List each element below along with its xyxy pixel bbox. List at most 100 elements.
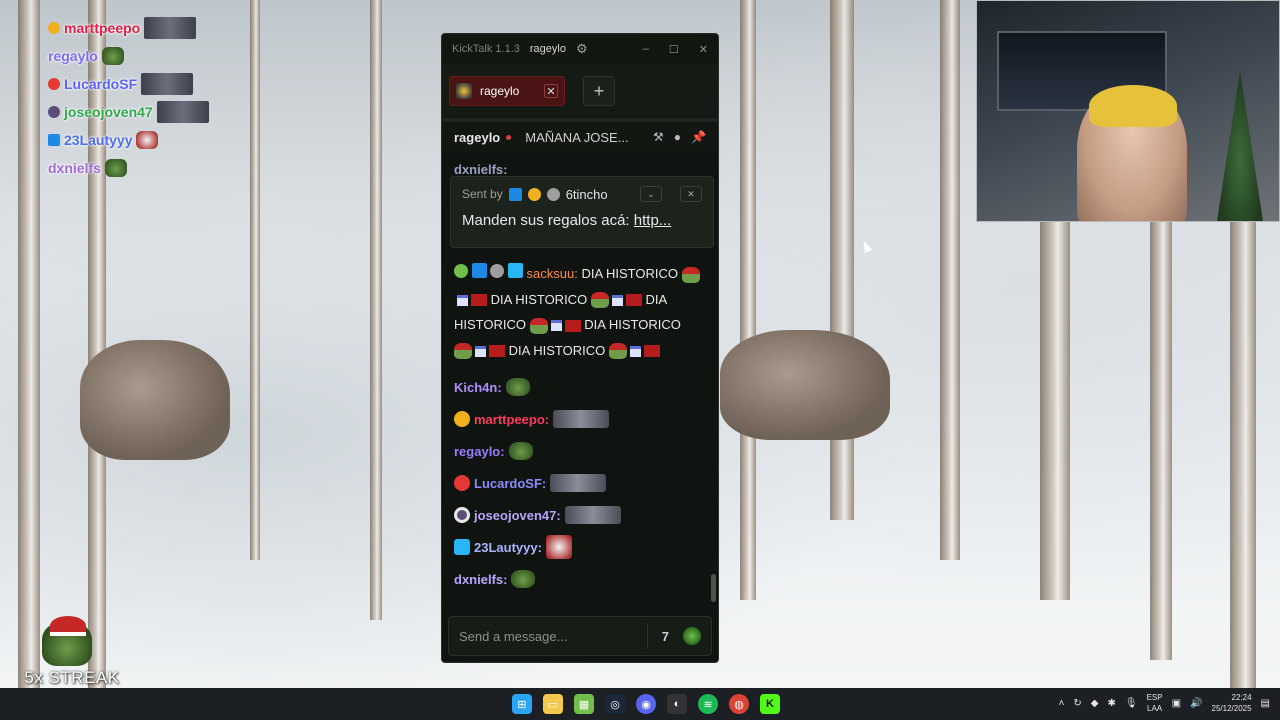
reindeer-left	[80, 340, 230, 460]
emote-icon	[141, 73, 194, 95]
emote-icon	[608, 343, 627, 360]
overlay-chat-row: 23Lautyyy	[48, 126, 228, 154]
message-text: DIA HISTORICO	[581, 266, 678, 281]
badge-icon	[48, 22, 60, 34]
chat-username: Kich4n:	[454, 379, 502, 395]
chrome-icon[interactable]: ◍	[729, 694, 749, 714]
overlay-username: marttpeepo	[64, 20, 141, 36]
gift-badge-icon	[490, 264, 505, 278]
chat-username: marttpeepo:	[474, 411, 550, 427]
mod-badge-icon	[508, 187, 522, 201]
mod-badge-icon	[471, 263, 487, 278]
bluetooth-icon[interactable]: ✱	[1107, 698, 1115, 709]
overlay-chat-row: joseojoven47	[48, 98, 228, 126]
add-tab-button[interactable]: +	[583, 76, 615, 106]
overlay-chat-row: regaylo	[48, 42, 228, 70]
discord-icon[interactable]: ◉	[636, 694, 656, 714]
streak-widget: 5x STREAK	[22, 616, 122, 688]
seven-tv-icon[interactable]: 7	[662, 629, 669, 644]
message-text: HISTORICO	[608, 317, 681, 332]
divider	[646, 623, 648, 649]
pin-icon[interactable]: 📌	[691, 130, 706, 144]
network-icon[interactable]: ▣	[1172, 698, 1181, 709]
message-text: DIA	[508, 342, 530, 358]
calendar-emote-icon	[475, 345, 486, 357]
emote-icon	[511, 570, 536, 588]
kicktalk-window: KickTalk 1.1.3 rageylo ⚙ – ☐ ✕ rageylo ✕…	[441, 33, 719, 663]
emote-icon	[564, 506, 621, 524]
gear-icon[interactable]: ⚙	[576, 41, 588, 57]
channel-avatar	[456, 83, 472, 99]
kick-icon[interactable]: K	[760, 694, 780, 714]
sync-icon[interactable]: ↻	[1073, 698, 1081, 709]
live-indicator	[506, 134, 512, 140]
webcam-christmas-tree	[1217, 71, 1263, 221]
taskbar: ⊞ ▭ ▦ ◎ ◉ ◐ ≋ ◍ K ˄ ↻ ◆ ✱ 🎙 ESP LAA ▣ 🔊 …	[0, 688, 1280, 720]
windows-start-icon[interactable]: ⊞	[512, 694, 532, 714]
emote-icon	[550, 474, 607, 492]
reindeer-right	[720, 330, 890, 440]
mouse-cursor-icon	[859, 238, 873, 254]
message-input[interactable]: Send a message...	[459, 629, 567, 644]
stream-overlay-chat: marttpeepo regaylo LucardoSF joseojoven4…	[48, 14, 228, 182]
clock-time: 22:24	[1231, 693, 1252, 702]
steam-icon[interactable]: ◎	[605, 694, 625, 714]
emote-icon	[681, 266, 700, 283]
chevron-down-icon[interactable]: ⌄	[640, 186, 662, 202]
chevron-up-icon[interactable]: ˄	[1059, 698, 1065, 709]
spotify-icon[interactable]: ≋	[698, 694, 718, 714]
close-tab-button[interactable]: ✕	[544, 84, 558, 98]
overlay-username: joseojoven47	[64, 104, 153, 120]
unpin-icon[interactable]: ✕	[680, 186, 702, 202]
user-icon[interactable]: ●	[674, 130, 681, 144]
notification-icon[interactable]: ▤	[1261, 698, 1270, 709]
shield-icon[interactable]: ◆	[1091, 698, 1099, 709]
chat-message: dxnielfs:	[454, 563, 700, 595]
mod-tools-icon[interactable]: ⚒	[653, 130, 664, 144]
calendar-emote-icon	[550, 320, 562, 332]
pinned-message: Sent by 6tincho ⌄ ✕ Manden sus regalos a…	[450, 176, 714, 248]
pinned-link[interactable]: http...	[634, 212, 672, 229]
tree-trunk	[740, 0, 756, 600]
maximize-button[interactable]: ☐	[669, 43, 679, 56]
minimize-button[interactable]: –	[643, 43, 649, 56]
tab-rageylo[interactable]: rageylo ✕	[449, 76, 565, 106]
emote-icon	[529, 317, 548, 334]
badge-icon	[454, 507, 470, 523]
emote-icon	[545, 535, 572, 559]
channel-name: rageylo	[454, 129, 501, 145]
chat-message: Kich4n:	[454, 371, 700, 403]
language-indicator[interactable]: ESP LAA	[1147, 692, 1163, 714]
chat-message: marttpeepo:	[454, 403, 700, 435]
message-text: DIA HISTORICO	[490, 291, 588, 307]
webcam-overlay	[976, 0, 1280, 222]
flag-emote-icon	[643, 345, 660, 358]
chat-message: sacksuu: DIA HISTORICO DIA HISTORICO DIA…	[454, 261, 700, 363]
emote-icon	[454, 343, 472, 360]
minecraft-icon[interactable]: ▦	[574, 694, 594, 714]
overlay-chat-row: dxnielfs	[48, 154, 228, 182]
peepo-santa-icon	[42, 616, 92, 666]
emote-icon	[136, 131, 159, 149]
flag-emote-icon	[625, 294, 642, 307]
tree-trunk	[18, 0, 40, 688]
close-button[interactable]: ✕	[699, 43, 708, 56]
volume-icon[interactable]: 🔊	[1190, 698, 1202, 709]
badge-icon	[48, 78, 60, 90]
overlay-chat-row: LucardoSF	[48, 70, 228, 98]
emote-icon	[553, 410, 610, 428]
clock[interactable]: 22:24 25/12/2025	[1212, 692, 1252, 714]
file-explorer-icon[interactable]: ▭	[543, 694, 563, 714]
badge-icon	[48, 106, 60, 118]
mic-icon[interactable]: 🎙	[1125, 698, 1138, 709]
flag-emote-icon	[489, 345, 505, 358]
emote-picker-icon[interactable]	[683, 627, 701, 645]
emote-icon	[144, 17, 197, 39]
obs-icon[interactable]: ◐	[667, 694, 687, 714]
tree-trunk	[940, 0, 960, 560]
calendar-emote-icon	[611, 294, 623, 306]
chat-scrollbar[interactable]	[711, 574, 716, 602]
webcam-cap	[1089, 85, 1177, 127]
message-text: HISTORICO	[533, 342, 606, 358]
tree-trunk	[250, 0, 260, 560]
